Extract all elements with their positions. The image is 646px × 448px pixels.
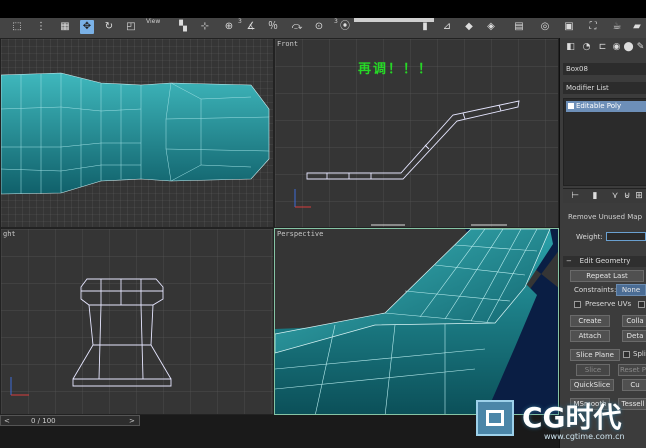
slice-button[interactable]: Slice [576,364,610,376]
panel-tabs: ◧ ◔ ⊏ ◉ ⬤ ✎ [560,41,646,57]
collapse-icon: − [566,257,572,265]
edit-geometry-rollout[interactable]: − Edit Geometry [563,256,646,267]
quickslice-button[interactable]: QuickSlice [570,379,614,391]
edit-geometry-title: Edit Geometry [579,257,631,265]
frame-counter: 0 / 100 [31,417,56,425]
preserve-uvs-settings-icon[interactable] [638,301,645,308]
modifier-stack[interactable]: Editable Poly [563,98,646,186]
snap-toggle-label: 3 [238,18,242,25]
snap-icon[interactable]: ⊕ [222,20,236,34]
named-selection-icon[interactable]: ⊙ [312,20,326,34]
stack-item-editable-poly[interactable]: Editable Poly [566,101,646,112]
prev-frame-icon[interactable]: < [4,417,10,425]
viewport-top[interactable] [0,38,274,228]
time-slider[interactable]: < 0 / 100 > [0,415,140,426]
viewport-front-label[interactable]: Front [277,40,298,48]
split-label: Split [633,350,646,358]
slice-plane-button[interactable]: Slice Plane [570,349,620,361]
angle-snap-icon[interactable]: ∡ [244,20,258,34]
attach-button[interactable]: Attach [570,330,610,342]
grid-lines [1,229,273,414]
stack-buttons: ⊢ ▮ ⋎ ⊎ ⊞ [563,188,646,203]
rollout-header-truncated[interactable]: Remove Unused Map [563,212,646,223]
rendered-frame-icon[interactable]: ⛶ [586,20,600,34]
next-frame-icon[interactable]: > [129,417,135,425]
align-icon[interactable]: ⊿ [440,20,454,34]
command-panel: ◧ ◔ ⊏ ◉ ⬤ ✎ Box08 Modifier List Editable… [559,38,646,448]
select-object-icon[interactable]: ⬚ [10,20,24,34]
expand-toggle-icon[interactable] [568,103,574,109]
weight-label: Weight: [576,233,603,241]
make-unique-icon[interactable]: ⋎ [609,190,621,202]
curve-editor-icon[interactable]: ◈ [484,20,498,34]
repeat-last-button[interactable]: Repeat Last [570,270,644,282]
rotate-icon[interactable]: ↻ [102,20,116,34]
render-setup-icon[interactable]: ▣ [562,20,576,34]
cut-button[interactable]: Cu [622,379,646,391]
preserve-uvs-label: Preserve UVs [585,300,632,308]
render-production-icon[interactable]: ☕ [610,20,624,34]
quick-render-icon[interactable]: ▰ [630,20,644,34]
main-toolbar: ⬚ ⋮ ▦ ✥ ↻ ◰ View ▚ ⊹ ⊕ 3 ∡ ％ ⤼ ⊙ 3 ⦿ ▮ ⊿… [0,18,646,39]
configure-sets-icon[interactable]: ⊞ [633,190,645,202]
viewport-perspective[interactable]: Perspective [274,228,559,415]
select-region-icon[interactable]: ▦ [58,20,72,34]
hierarchy-tab-icon[interactable]: ⊏ [596,41,609,54]
named-selection-sets-icon[interactable]: ⦿ [338,20,352,34]
stack-item-label: Editable Poly [576,102,622,110]
move-icon[interactable]: ✥ [80,20,94,34]
viewport-perspective-label[interactable]: Perspective [277,230,323,238]
reset-plane-button[interactable]: Reset P [618,364,646,376]
constraints-dropdown[interactable]: None [616,284,646,296]
watermark-brand: CG时代 [522,401,622,434]
show-end-result-icon[interactable]: ▮ [589,190,601,202]
detach-button[interactable]: Deta [622,330,646,342]
modify-tab-icon[interactable]: ◔ [580,41,593,54]
viewport-right-label[interactable]: ght [3,230,16,238]
constraints-label: Constraints: [574,286,617,294]
object-name-field[interactable]: Box08 [563,63,646,75]
reference-coord-label[interactable]: View [146,18,160,25]
top-viewport-scene [1,39,273,227]
pivot-center-icon[interactable]: ▚ [176,20,190,34]
weight-spinner[interactable] [606,232,646,241]
percent-snap-icon[interactable]: ％ [266,20,280,34]
pin-stack-icon[interactable]: ⊢ [569,190,581,202]
utilities-tab-icon[interactable]: ✎ [634,41,646,54]
spinner-snap-icon[interactable]: ⤼ [290,20,304,34]
watermark-url: www.cgtime.com.cn [544,432,625,441]
logo-mark-icon [476,400,514,436]
schematic-view-icon[interactable]: ▤ [512,20,526,34]
3dsmax-window: ⬚ ⋮ ▦ ✥ ↻ ◰ View ▚ ⊹ ⊕ 3 ∡ ％ ⤼ ⊙ 3 ⦿ ▮ ⊿… [0,0,646,448]
scale-icon[interactable]: ◰ [124,20,138,34]
right-viewport-scene [1,229,273,414]
remove-modifier-icon[interactable]: ⊎ [621,190,633,202]
viewport-right[interactable]: ght [0,228,274,415]
select-manipulate-icon[interactable]: ⊹ [198,20,212,34]
collapse-button[interactable]: Colla [622,315,646,327]
create-tab-icon[interactable]: ◧ [564,41,577,54]
material-editor-icon[interactable]: ◎ [538,20,552,34]
preserve-uvs-checkbox[interactable] [574,301,581,308]
layer-manager-icon[interactable]: ◆ [462,20,476,34]
modifier-list-dropdown[interactable]: Modifier List [563,82,646,94]
split-checkbox[interactable] [623,351,630,358]
mirror-icon[interactable]: ▮ [418,20,432,34]
select-by-name-icon[interactable]: ⋮ [34,20,48,34]
annotation-text: 再调！！！ [358,62,434,77]
perspective-viewport-scene [275,229,558,414]
create-button[interactable]: Create [570,315,610,327]
watermark-logo: CG时代 www.cgtime.com.cn [470,398,646,448]
title-bar [0,0,646,18]
